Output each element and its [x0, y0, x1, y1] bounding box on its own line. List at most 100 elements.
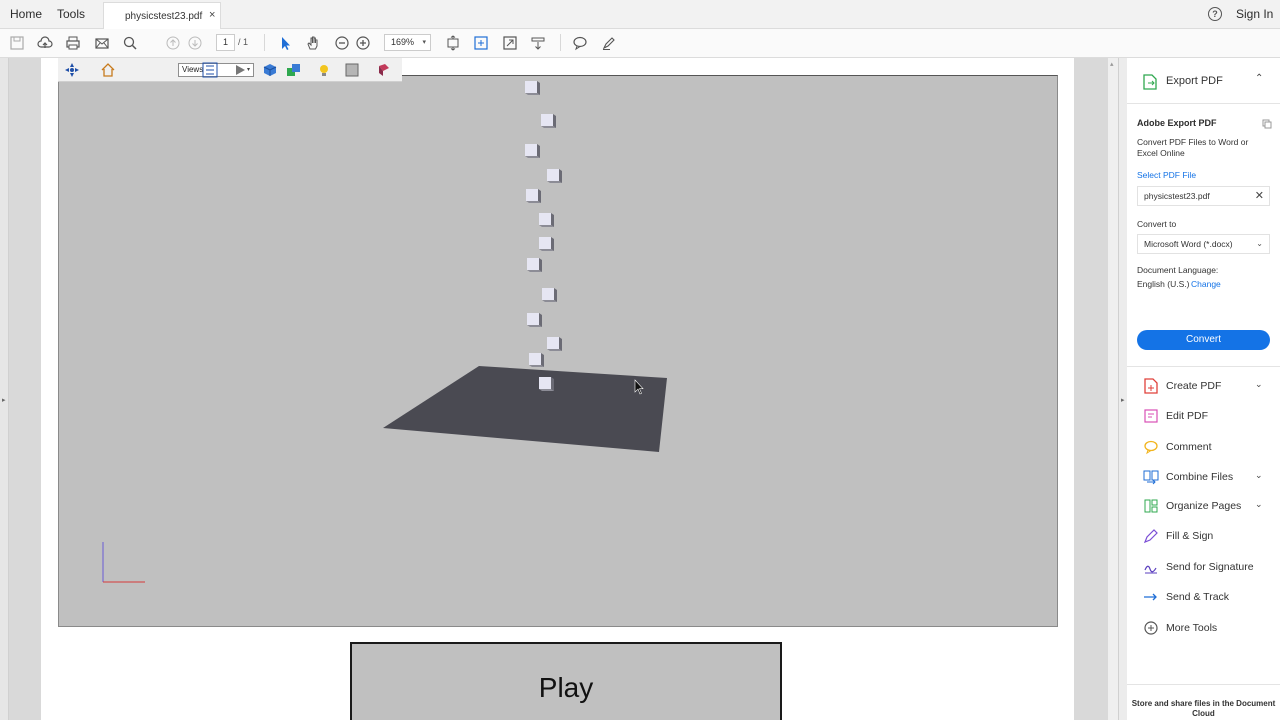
acrobat-window: Home Tools physicstest23.pdf × ? Sign In…: [0, 0, 1280, 720]
zoom-out-icon[interactable]: [333, 34, 351, 52]
create-pdf-icon: [1143, 378, 1159, 394]
previous-page-icon[interactable]: [164, 34, 182, 52]
model-tree-icon[interactable]: [202, 62, 218, 78]
tool-item-label: Comment: [1166, 441, 1212, 453]
tool-item-label: Combine Files: [1166, 471, 1234, 483]
rotate-tool-icon[interactable]: [64, 62, 80, 78]
convert-button[interactable]: Convert: [1137, 330, 1270, 350]
scrolling-mode-icon[interactable]: [444, 34, 462, 52]
right-tools-pane: Export PDF ⌃ Adobe Export PDF Convert PD…: [1127, 58, 1280, 720]
export-pdf-label: Export PDF: [1166, 75, 1223, 87]
play-button[interactable]: Play: [350, 642, 782, 720]
chevron-down-icon[interactable]: ⌄: [1255, 470, 1263, 481]
edit-pdf-icon: [1143, 408, 1159, 424]
home-view-icon[interactable]: [100, 62, 116, 78]
change-language-link[interactable]: Change: [1191, 279, 1221, 290]
cube: [527, 258, 542, 272]
tool-item-more-tools[interactable]: More Tools: [1127, 616, 1280, 640]
cube: [539, 237, 554, 251]
export-pdf-icon: [1143, 74, 1157, 95]
collapse-chevron-icon[interactable]: ⌃: [1255, 73, 1263, 84]
tool-item-edit-pdf[interactable]: Edit PDF: [1127, 404, 1280, 428]
organize-pages-icon: [1143, 498, 1159, 514]
select-pdf-file-link[interactable]: Select PDF File: [1137, 170, 1196, 181]
right-pane-toggle[interactable]: ▸: [1118, 58, 1127, 720]
sign-in-link[interactable]: Sign In: [1236, 0, 1273, 29]
clear-file-icon[interactable]: ✕: [1255, 187, 1264, 205]
left-pane-toggle[interactable]: ▸: [0, 58, 9, 720]
tool-item-create-pdf[interactable]: Create PDF ⌄: [1127, 374, 1280, 398]
upload-cloud-icon[interactable]: [36, 34, 54, 52]
search-icon[interactable]: [121, 34, 139, 52]
tool-item-label: More Tools: [1166, 622, 1218, 634]
selected-file-name: physicstest23.pdf: [1144, 191, 1210, 201]
cube: [547, 337, 562, 351]
send-track-icon: [1143, 589, 1159, 605]
tool-item-send-track[interactable]: Send & Track: [1127, 585, 1280, 609]
help-icon[interactable]: ?: [1208, 7, 1222, 21]
scroll-up-icon[interactable]: ▴: [1110, 60, 1114, 68]
tool-item-label: Send for Signature: [1166, 561, 1254, 573]
send-for-signature-icon: [1143, 559, 1159, 575]
tool-item-combine-files[interactable]: Combine Files ⌄: [1127, 465, 1280, 489]
tool-item-label: Send & Track: [1166, 591, 1230, 603]
page-total: / 1: [238, 37, 249, 47]
print-icon[interactable]: [64, 34, 82, 52]
vertical-scrollbar[interactable]: ▴: [1108, 58, 1118, 720]
export-title: Adobe Export PDF: [1137, 118, 1217, 128]
tool-item-label: Edit PDF: [1166, 410, 1209, 422]
close-tab-icon[interactable]: ×: [209, 9, 215, 21]
cube: [539, 377, 554, 391]
play-animation-icon[interactable]: [232, 62, 248, 78]
highlight-pen-icon[interactable]: [600, 34, 618, 52]
document-language-value: English (U.S.): [1137, 279, 1190, 289]
info-icon[interactable]: [1262, 116, 1272, 134]
cube: [525, 81, 540, 95]
full-screen-icon[interactable]: [501, 34, 519, 52]
convert-to-select[interactable]: Microsoft Word (*.docx) ⌄: [1137, 234, 1270, 254]
fit-page-icon[interactable]: [472, 34, 490, 52]
zoom-level-select[interactable]: 169% ▾: [384, 34, 431, 51]
projection-icon[interactable]: [262, 62, 278, 78]
3d-viewport[interactable]: [58, 75, 1058, 627]
cube: [526, 189, 541, 203]
convert-to-label: Convert to: [1137, 219, 1177, 229]
cube: [547, 169, 562, 183]
save-icon[interactable]: [8, 34, 26, 52]
tool-item-send-for-signature[interactable]: Send for Signature: [1127, 555, 1280, 579]
page-number-input[interactable]: 1: [216, 34, 235, 51]
read-mode-icon[interactable]: [529, 34, 547, 52]
select-arrow-icon[interactable]: [276, 34, 294, 52]
cube: [529, 353, 544, 367]
tool-item-comment[interactable]: Comment: [1127, 435, 1280, 459]
document-cloud-footer: Store and share files in the Document Cl…: [1127, 684, 1280, 720]
tools-menu[interactable]: Tools: [57, 0, 85, 29]
tool-item-label: Create PDF: [1166, 380, 1222, 392]
hand-tool-icon[interactable]: [304, 34, 322, 52]
cube: [541, 114, 556, 128]
tool-item-organize-pages[interactable]: Organize Pages ⌄: [1127, 494, 1280, 518]
toolbar-divider: [560, 34, 561, 51]
home-menu[interactable]: Home: [10, 0, 42, 29]
document-tab[interactable]: physicstest23.pdf ×: [103, 2, 221, 30]
comment-icon[interactable]: [571, 34, 589, 52]
falling-cubes: [525, 81, 562, 391]
tool-item-fill-sign[interactable]: Fill & Sign: [1127, 524, 1280, 548]
email-icon[interactable]: [93, 34, 111, 52]
selected-file-field[interactable]: physicstest23.pdf ✕: [1137, 186, 1270, 206]
combine-files-icon: [1143, 469, 1159, 485]
export-pdf-header[interactable]: Export PDF ⌃: [1127, 58, 1280, 104]
3d-toolbar: Views ▾: [58, 58, 402, 82]
chevron-down-icon[interactable]: ⌄: [1255, 379, 1263, 390]
tool-item-label: Fill & Sign: [1166, 530, 1214, 542]
chevron-down-icon[interactable]: ⌄: [1255, 499, 1263, 510]
next-page-icon[interactable]: [186, 34, 204, 52]
collapse-arrow-icon: ▸: [1121, 397, 1125, 404]
comment-icon: [1143, 439, 1159, 455]
background-color-icon[interactable]: [344, 62, 360, 78]
document-language-label: Document Language:: [1137, 265, 1219, 275]
zoom-in-icon[interactable]: [354, 34, 372, 52]
lighting-icon[interactable]: [316, 62, 332, 78]
cross-section-icon[interactable]: [376, 62, 392, 78]
render-mode-icon[interactable]: [286, 62, 302, 78]
